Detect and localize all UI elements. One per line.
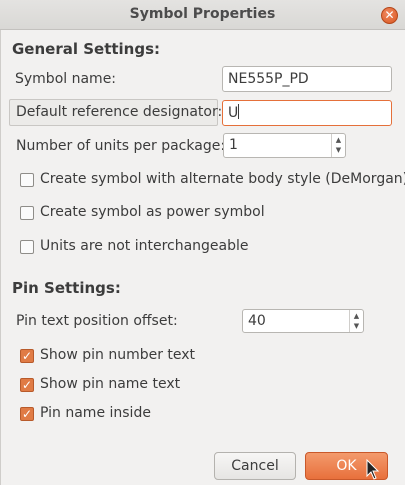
pin-name-inside-checkbox[interactable]: ✓ [20,407,34,421]
reference-designator-value: U [228,105,239,121]
spin-up-icon[interactable]: ▲ [332,136,345,144]
units-interchangeable-checkbox[interactable] [20,240,34,254]
pin-settings-heading: Pin Settings: [12,279,121,297]
show-pin-number-label: Show pin number text [40,347,196,363]
units-per-package-spinner[interactable]: 1 ▲ ▼ [223,133,346,158]
reference-designator-label: Default reference designator: [16,104,223,120]
symbol-name-value: NE555P_PD [228,71,309,87]
units-per-package-value: 1 [229,137,238,153]
symbol-name-input[interactable]: NE555P_PD [222,66,392,92]
show-pin-name-label: Show pin name text [40,376,181,392]
show-pin-name-checkbox[interactable]: ✓ [20,378,34,392]
text-caret [238,104,240,119]
mouse-pointer-icon [366,459,380,480]
pin-offset-spinner[interactable]: 40 ▲ ▼ [242,309,364,333]
title-bar[interactable]: Symbol Properties ✕ [0,0,405,30]
power-symbol-checkbox[interactable] [20,206,34,220]
power-symbol-label: Create symbol as power symbol [40,204,265,220]
close-icon[interactable]: ✕ [381,7,398,24]
general-settings-heading: General Settings: [12,40,161,58]
window-frame [0,30,1,485]
window-title: Symbol Properties [129,6,276,22]
spin-down-icon[interactable]: ▼ [350,322,363,330]
units-interchangeable-label: Units are not interchangeable [40,238,249,254]
reference-designator-input[interactable]: U [222,100,392,126]
demorgan-label: Create symbol with alternate body style … [40,171,405,187]
units-per-package-label: Number of units per package: [16,138,226,154]
spinner-arrows[interactable]: ▲ ▼ [349,310,363,332]
show-pin-number-checkbox[interactable]: ✓ [20,349,34,363]
spin-up-icon[interactable]: ▲ [350,312,363,320]
pin-name-inside-label: Pin name inside [40,405,151,421]
spinner-arrows[interactable]: ▲ ▼ [331,134,345,157]
pin-offset-value: 40 [248,313,266,329]
pin-offset-label: Pin text position offset: [16,313,178,329]
spin-down-icon[interactable]: ▼ [332,146,345,154]
demorgan-checkbox[interactable] [20,173,34,187]
cancel-button[interactable]: Cancel [214,452,296,480]
symbol-name-label: Symbol name: [15,71,117,87]
